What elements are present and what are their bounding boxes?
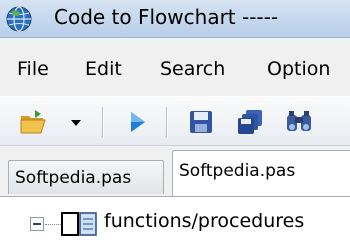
tab-file-inactive[interactable]: Softpedia.pas [8,160,164,194]
menu-search[interactable]: Search [160,58,225,80]
menu-bar: File Edit Search Option [0,55,350,87]
functions-node-icon [61,212,97,236]
title-bar: Code to Flowchart ----- [0,0,350,38]
toolbar [0,96,350,146]
collapse-toggle-icon[interactable] [30,217,44,231]
menu-edit[interactable]: Edit [85,58,122,80]
globe-icon[interactable] [6,6,32,32]
tree-connector [45,224,61,225]
run-icon[interactable] [122,107,152,137]
menu-option[interactable]: Option [267,58,330,80]
save-all-icon[interactable] [235,107,265,137]
tab-strip: Softpedia.pas Softpedia.pas [0,146,350,196]
toolbar-separator [102,107,104,137]
find-icon[interactable] [284,107,314,137]
window-title: Code to Flowchart ----- [54,5,279,29]
menu-file[interactable]: File [17,58,49,80]
save-icon[interactable] [186,107,216,137]
code-tree-panel: functions/procedures [0,196,350,240]
tree-node-label[interactable]: functions/procedures [104,210,304,232]
tab-file-active[interactable]: Softpedia.pas [172,150,350,196]
toolbar-separator [166,107,168,137]
dropdown-arrow-icon[interactable] [68,112,84,132]
open-folder-icon[interactable] [18,107,48,137]
